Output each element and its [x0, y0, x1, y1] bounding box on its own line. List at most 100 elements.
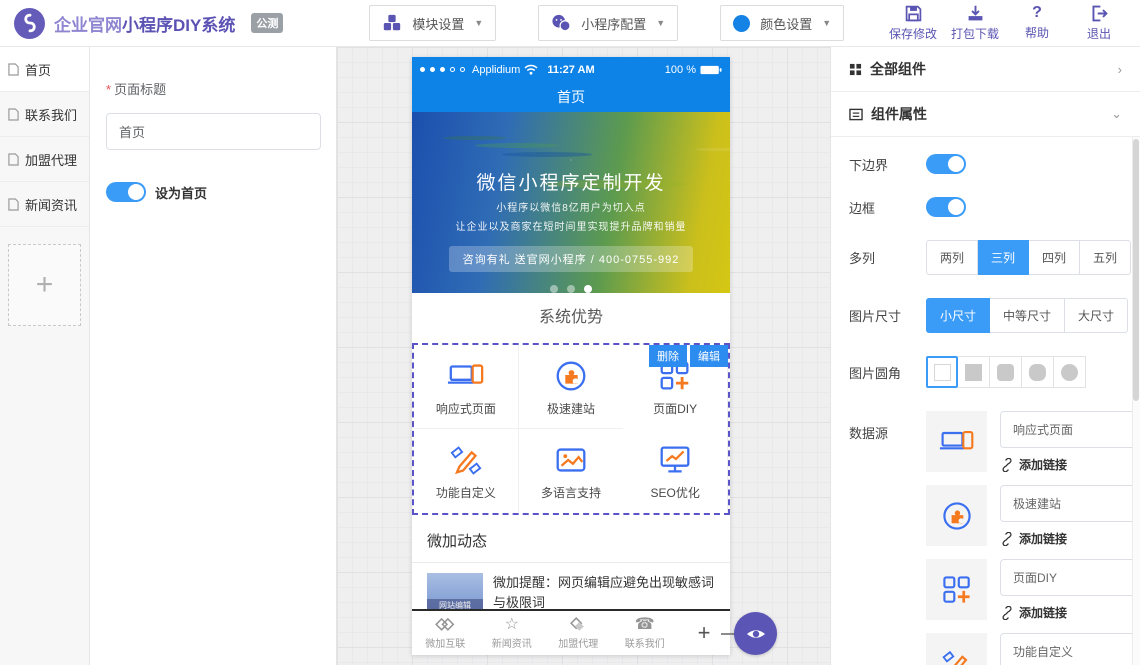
radius-option-small[interactable] — [990, 356, 1022, 388]
feature-grid-selected-component[interactable]: 删除 编辑 响应式页面 极速建站 页面DIY 功能自定义 多语言支持 — [412, 343, 730, 515]
tab-contact[interactable]: ☎ 联系我们 — [612, 616, 679, 650]
radius-option-circle[interactable] — [1054, 356, 1086, 388]
columns-option-2[interactable]: 两列 — [926, 240, 978, 275]
datasource-item: 添加链接 — [926, 411, 1140, 473]
sidebar-item-news[interactable]: 新闻资讯 — [0, 182, 89, 227]
exit-label: 退出 — [1087, 25, 1111, 42]
img-size-small-selected[interactable]: 小尺寸 — [926, 298, 990, 333]
banner-cta-button[interactable]: 咨询有礼 送官网小程序 / 400-0755-992 — [449, 246, 694, 272]
app-header: 企业官网小程序DIY系统 公测 模块设置 ▼ 小程序配置 ▼ 颜色设置 ▼ — [0, 0, 1140, 47]
prop-border: 边框 — [849, 197, 1140, 217]
carousel-dot[interactable] — [567, 285, 575, 293]
eye-icon — [745, 624, 767, 644]
prop-columns: 多列 两列 三列 四列 五列 — [849, 240, 1140, 275]
color-settings-dropdown[interactable]: 颜色设置 ▼ — [720, 5, 844, 41]
prop-label: 图片圆角 — [849, 363, 926, 382]
prop-label: 图片尺寸 — [849, 306, 926, 325]
phone-tab-bar: 微加互联 ☆ 新闻资讯 加盟代理 ☎ 联系我们 + — [412, 609, 730, 655]
carousel-dot-active[interactable] — [584, 285, 592, 293]
component-props-header[interactable]: 组件属性 ⌄ — [831, 92, 1140, 137]
datasource-title-input[interactable] — [1000, 485, 1140, 522]
sidebar-item-contact[interactable]: 联系我们 — [0, 92, 89, 137]
feature-multilang[interactable]: 多语言支持 — [519, 429, 624, 513]
module-settings-dropdown[interactable]: 模块设置 ▼ — [369, 5, 496, 41]
save-button[interactable]: 保存修改 — [886, 4, 940, 42]
radius-option-none-selected[interactable] — [926, 356, 958, 388]
tab-news[interactable]: ☆ 新闻资讯 — [479, 616, 546, 650]
add-link-button[interactable]: 添加链接 — [1000, 604, 1140, 621]
download-button[interactable]: 打包下载 — [948, 4, 1002, 42]
page-icon — [8, 198, 19, 211]
color-circle-icon — [733, 15, 750, 32]
scrollbar-thumb[interactable] — [1133, 139, 1139, 401]
border-toggle[interactable] — [926, 197, 966, 217]
props-list-icon — [849, 108, 863, 121]
page-settings-panel: *页面标题 设为首页 — [90, 47, 337, 665]
all-components-header[interactable]: 全部组件 › — [831, 47, 1140, 92]
add-page-button[interactable]: + — [8, 244, 81, 326]
add-link-button[interactable]: 添加链接 — [1000, 530, 1140, 547]
set-home-label: 设为首页 — [155, 183, 207, 202]
brand: 企业官网小程序DIY系统 公测 — [14, 8, 283, 39]
set-home-toggle[interactable] — [106, 182, 146, 202]
add-link-button[interactable]: 添加链接 — [1000, 456, 1140, 473]
tab-brand[interactable]: 微加互联 — [412, 616, 479, 650]
datasource-item: 添加链接 — [926, 559, 1140, 621]
chevron-down-icon: ▼ — [656, 18, 665, 28]
miniprogram-config-dropdown[interactable]: 小程序配置 ▼ — [538, 5, 678, 41]
section-title-advantages: 系统优势 — [412, 293, 730, 343]
datasource-title-input[interactable] — [1000, 559, 1140, 596]
feature-label: 功能自定义 — [436, 484, 496, 501]
image-icon — [552, 441, 590, 479]
responsive-icon — [926, 411, 987, 472]
feature-seo[interactable]: SEO优化 — [623, 429, 728, 513]
carousel-dot[interactable] — [550, 285, 558, 293]
prop-label: 下边界 — [849, 155, 926, 174]
page-icon — [8, 63, 19, 76]
img-size-medium[interactable]: 中等尺寸 — [990, 298, 1065, 333]
module-settings-label: 模块设置 — [412, 14, 464, 33]
puzzle-icon — [926, 485, 987, 546]
columns-option-4[interactable]: 四列 — [1029, 240, 1080, 275]
page-title-field-label: *页面标题 — [106, 79, 320, 99]
inspector-scrollbar[interactable] — [1132, 137, 1140, 665]
help-label: 帮助 — [1025, 24, 1049, 41]
radius-option-square[interactable] — [958, 356, 990, 388]
prop-img-size: 图片尺寸 小尺寸 中等尺寸 大尺寸 — [849, 298, 1140, 333]
star-icon: ☆ — [505, 616, 519, 634]
help-button[interactable]: ? 帮助 — [1010, 4, 1064, 42]
feature-responsive[interactable]: 响应式页面 — [414, 345, 519, 429]
link-icon — [1000, 532, 1014, 546]
banner-slide[interactable]: 微信小程序定制开发 小程序以微信8亿用户为切入点 让企业以及商家在短时间里实现提… — [412, 112, 730, 293]
prop-label: 多列 — [849, 248, 926, 267]
radius-option-medium[interactable] — [1022, 356, 1054, 388]
required-mark: * — [106, 82, 111, 97]
sidebar-item-home[interactable]: 首页 — [0, 47, 89, 92]
phone-nav-title: 首页 — [557, 87, 585, 107]
app-title: 企业官网小程序DIY系统 — [54, 11, 235, 36]
preview-button[interactable] — [734, 612, 777, 655]
datasource-title-input[interactable] — [1000, 633, 1140, 665]
edit-badge-button[interactable]: 编辑 — [690, 345, 728, 367]
feature-fast-build[interactable]: 极速建站 — [519, 345, 624, 429]
bottom-border-toggle[interactable] — [926, 154, 966, 174]
sidebar-item-agency[interactable]: 加盟代理 — [0, 137, 89, 182]
tab-label: 加盟代理 — [558, 635, 598, 650]
datasource-title-input[interactable] — [1000, 411, 1140, 448]
chevron-down-icon: ▼ — [822, 18, 831, 28]
page-title-input[interactable] — [106, 113, 321, 150]
selection-badges: 删除 编辑 — [649, 345, 728, 367]
page-icon — [8, 108, 19, 121]
feature-custom[interactable]: 功能自定义 — [414, 429, 519, 513]
battery-icon — [700, 65, 722, 75]
columns-option-5[interactable]: 五列 — [1080, 240, 1131, 275]
columns-option-3-selected[interactable]: 三列 — [978, 240, 1029, 275]
tab-agency[interactable]: 加盟代理 — [545, 616, 612, 650]
save-icon — [904, 4, 923, 23]
img-size-large[interactable]: 大尺寸 — [1065, 298, 1128, 333]
add-link-label: 添加链接 — [1019, 456, 1067, 473]
exit-button[interactable]: 退出 — [1072, 4, 1126, 42]
design-canvas: Applidium 11:27 AM 100 % 首页 微信小程序定制开发 小程… — [337, 47, 830, 665]
signal-dot — [420, 67, 425, 72]
delete-badge-button[interactable]: 删除 — [649, 345, 687, 367]
